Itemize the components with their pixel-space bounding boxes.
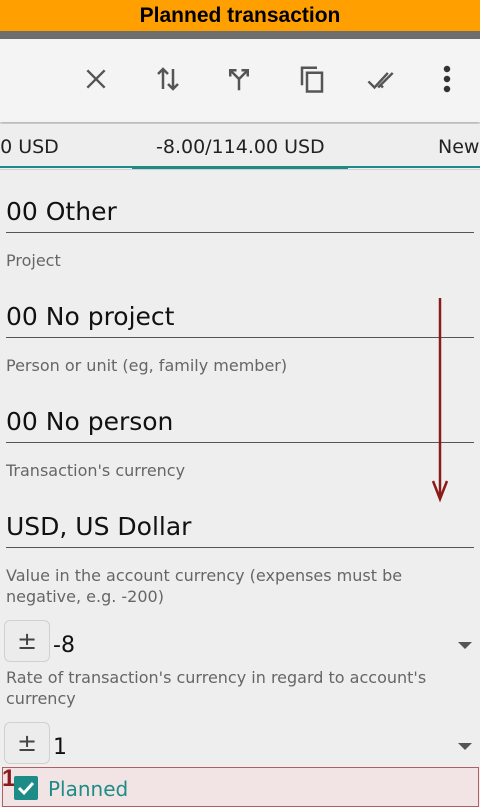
person-field[interactable]: 00 No person (6, 407, 474, 443)
confirm-button[interactable] (361, 57, 405, 101)
action-toolbar (0, 39, 480, 122)
project-label: Project (6, 251, 61, 270)
close-button[interactable] (74, 57, 118, 101)
person-label: Person or unit (eg, family member) (6, 356, 288, 375)
window-title: Planned transaction (139, 4, 341, 27)
annotation-arrow-icon (431, 298, 449, 503)
account-tabs: 00 USD -8.00/114.00 USD New (0, 124, 480, 170)
split-button[interactable] (217, 57, 261, 101)
tab-previous[interactable]: 00 USD (0, 136, 59, 158)
project-field[interactable]: 00 No project (6, 302, 474, 338)
value-label: Value in the account currency (expenses … (6, 566, 403, 606)
copy-button[interactable] (290, 57, 334, 101)
currency-label: Transaction's currency (6, 461, 186, 480)
value-dropdown-icon[interactable] (458, 642, 472, 649)
value-amount-input[interactable]: -8 (53, 633, 75, 658)
swap-button[interactable] (146, 57, 190, 101)
tab-current[interactable]: -8.00/114.00 USD (156, 136, 325, 158)
window-title-banner: Planned transaction (0, 0, 480, 31)
rate-sign-toggle-button[interactable]: ± (4, 722, 50, 764)
tab-underline (0, 166, 480, 168)
banner-divider (0, 31, 480, 39)
planned-checkbox[interactable] (14, 776, 38, 800)
copy-icon (300, 66, 324, 93)
double-check-icon (367, 72, 394, 90)
currency-field[interactable]: USD, US Dollar (6, 512, 474, 548)
checkmark-icon (17, 781, 35, 796)
category-field[interactable]: 00 Other (6, 197, 474, 233)
close-icon (86, 69, 106, 89)
more-menu-button[interactable] (425, 57, 469, 101)
tab-new[interactable]: New (438, 136, 479, 158)
rate-amount-input[interactable]: 1 (53, 735, 67, 760)
rate-label: Rate of transaction's currency in regard… (6, 668, 427, 708)
planned-label[interactable]: Planned (48, 777, 128, 801)
swap-vertical-icon (157, 67, 179, 91)
value-sign-toggle-button[interactable]: ± (4, 620, 50, 662)
split-icon (229, 69, 249, 91)
more-vert-icon (443, 65, 451, 93)
rate-dropdown-icon[interactable] (458, 743, 472, 750)
